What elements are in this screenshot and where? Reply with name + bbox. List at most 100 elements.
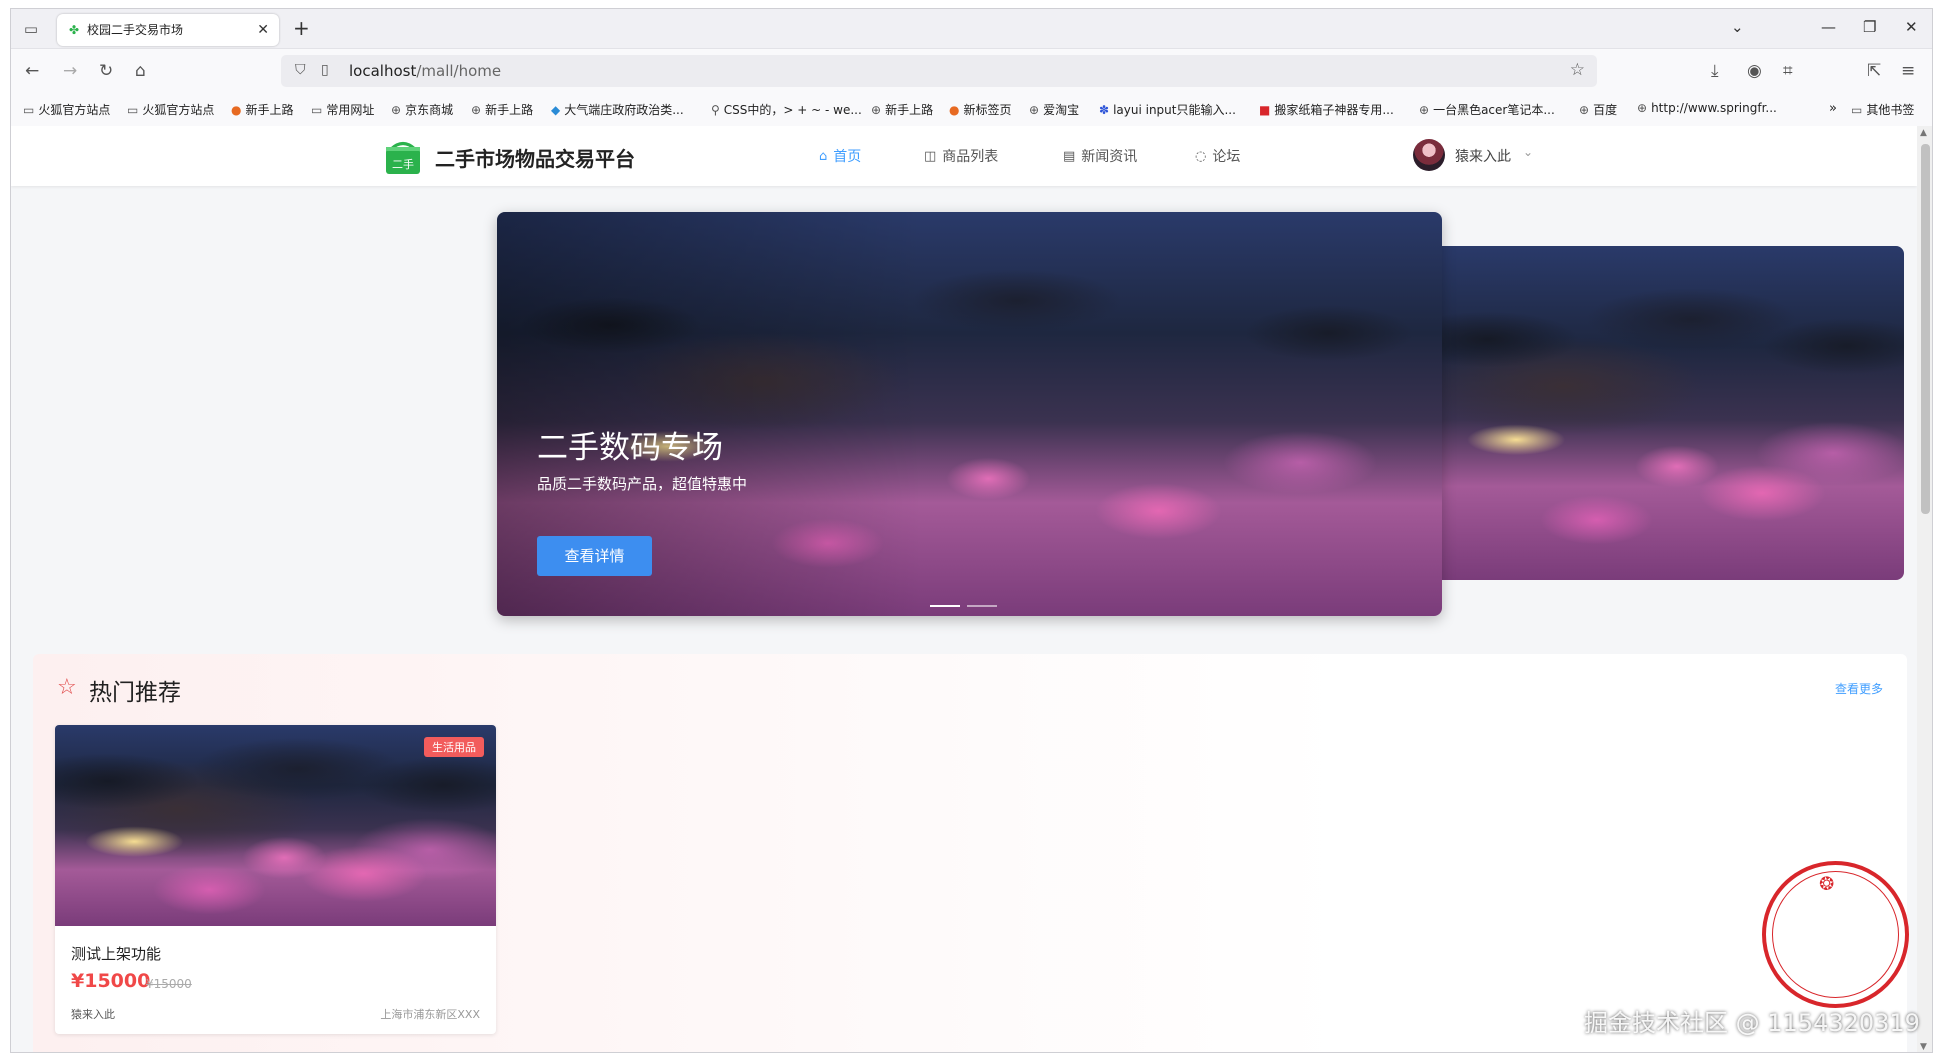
scrollbar-thumb[interactable] (1921, 144, 1930, 514)
forward-icon[interactable]: → (63, 61, 77, 81)
bookmark-item[interactable]: ⊕ http://www.springfr... (1637, 101, 1777, 115)
globe-icon: ⊕ (1637, 101, 1648, 115)
extensions-icon[interactable]: ⌗ (1783, 61, 1793, 81)
bookmark-label: 京东商城 (405, 103, 454, 117)
downloads-icon[interactable]: ⤓ (1711, 61, 1719, 81)
share-icon[interactable]: ⇱ (1867, 61, 1881, 81)
back-icon[interactable]: ← (25, 61, 39, 81)
watermark-text: 掘金技术社区 @ 1154320319 (1584, 1009, 1920, 1037)
nav-item-home[interactable]: ⌂ 首页 (819, 146, 861, 166)
bookmark-item[interactable]: ⚲ CSS中的，> + ~ - we... (711, 101, 862, 118)
site-icon: ■ (1259, 102, 1271, 117)
bookmark-label: 火狐官方站点 (142, 103, 215, 117)
home-icon[interactable]: ⌂ (135, 61, 146, 81)
bookmark-item[interactable]: ⊕ 爱淘宝 (1029, 101, 1079, 118)
bookmark-item[interactable]: ◆ 大气端庄政府政治类... (551, 101, 684, 118)
bookmark-item[interactable]: ⊕ 百度 (1579, 101, 1617, 118)
page-info-icon[interactable]: ▯ (321, 62, 329, 78)
slide-title: 二手数码专场 (537, 430, 723, 466)
bookmark-label: 爱淘宝 (1043, 103, 1080, 117)
avatar[interactable] (1413, 139, 1445, 171)
menu-icon[interactable]: ≡ (1901, 61, 1915, 81)
nav-label: 首页 (833, 149, 862, 165)
bookmark-label: CSS中的，> + ~ - we... (723, 103, 862, 117)
carousel-next-slide[interactable] (1431, 246, 1904, 580)
scroll-up-arrow-icon[interactable]: ▲ (1920, 128, 1927, 138)
bookmark-item[interactable]: ▭ 常用网址 (311, 101, 374, 118)
bookmark-star-icon[interactable]: ☆ (1570, 60, 1585, 80)
bookmark-item[interactable]: ⊕ 新手上路 (871, 101, 933, 118)
address-bar[interactable]: ⛉ ▯ localhost/mall/home ☆ (281, 55, 1597, 87)
site-icon: ⚲ (711, 102, 720, 117)
bookmark-item[interactable]: ✽ layui input只能输入... (1099, 101, 1236, 118)
bookmark-label: 一台黑色acer笔记本... (1433, 103, 1555, 117)
product-name[interactable]: 测试上架功能 (71, 943, 161, 964)
page-viewport: 二手 二手市场物品交易平台 ⌂ 首页 ◫ 商品列表 ▤ 新闻资讯 ◌ 论坛 猿来入此 ⌄… (11, 126, 1917, 1052)
home-icon: ⌂ (819, 148, 828, 164)
carousel-indicator-2[interactable] (967, 605, 997, 607)
view-more-link[interactable]: 查看更多 (1835, 680, 1883, 697)
bookmark-item[interactable]: ⊕ 新手上路 (471, 101, 533, 118)
folder-icon: ▭ (1851, 102, 1863, 117)
reload-icon[interactable]: ↻ (99, 61, 113, 81)
product-location: 上海市浦东新区XXX (380, 1008, 480, 1021)
globe-icon: ⊕ (391, 102, 402, 117)
other-bookmarks[interactable]: ▭ 其他书签 (1851, 101, 1914, 118)
nav-label: 新闻资讯 (1081, 149, 1138, 165)
shield-icon[interactable]: ⛉ (295, 62, 306, 78)
chevron-down-icon[interactable]: ⌄ (1523, 145, 1533, 159)
globe-icon: ⊕ (471, 102, 482, 117)
user-name[interactable]: 猿来入此 (1455, 146, 1511, 166)
logo-text: 二手 (392, 157, 414, 171)
site-header: 二手 二手市场物品交易平台 ⌂ 首页 ◫ 商品列表 ▤ 新闻资讯 ◌ 论坛 猿来入此 ⌄ (11, 126, 1917, 186)
url-text[interactable]: localhost/mall/home (349, 62, 501, 80)
restore-icon[interactable]: ❐ (1863, 18, 1876, 36)
original-price: ¥15000 (146, 977, 192, 991)
bookmark-item[interactable]: ⊕ 京东商城 (391, 101, 453, 118)
bookmark-label: 新手上路 (885, 103, 934, 117)
bookmark-label: 常用网址 (326, 103, 375, 117)
bookmark-item[interactable]: ▭ 火狐官方站点 (127, 101, 214, 118)
view-details-button[interactable]: 查看详情 (537, 536, 652, 576)
close-tab-icon[interactable]: ✕ (257, 14, 269, 46)
bookmark-label: 新手上路 (245, 103, 294, 117)
globe-icon: ⊕ (1029, 102, 1040, 117)
new-tab-icon[interactable]: + (293, 16, 310, 40)
site-name[interactable]: 二手市场物品交易平台 (435, 143, 635, 172)
site-logo-icon[interactable]: 二手 (383, 138, 423, 176)
account-icon[interactable]: ◉ (1747, 61, 1762, 81)
document-icon: ▤ (1063, 148, 1076, 164)
chat-icon: ◌ (1195, 148, 1207, 164)
carousel-indicator-1[interactable] (930, 605, 960, 607)
page-scrollbar[interactable]: ▲ ▼ (1917, 126, 1932, 1052)
scroll-down-arrow-icon[interactable]: ▼ (1920, 1042, 1927, 1052)
bookmark-item[interactable]: ● 新标签页 (949, 101, 1012, 118)
close-window-icon[interactable]: ✕ (1905, 18, 1918, 36)
folder-icon: ▭ (23, 102, 35, 117)
globe-icon: ⊕ (871, 102, 882, 117)
bookmark-item[interactable]: ■ 搬家纸箱子神器专用... (1259, 101, 1394, 118)
tab-overflow-chevron-icon[interactable]: ⌄ (1731, 18, 1744, 36)
product-price: ¥15000 (71, 970, 151, 992)
bookmark-item[interactable]: ⊕ 一台黑色acer笔记本... (1419, 101, 1555, 118)
bookmark-label: 大气端庄政府政治类... (564, 103, 684, 117)
nav-item-news[interactable]: ▤ 新闻资讯 (1063, 146, 1137, 166)
nav-label: 论坛 (1212, 149, 1241, 165)
minimize-icon[interactable]: — (1821, 18, 1836, 36)
product-card[interactable]: 生活用品 测试上架功能 ¥15000 ¥15000 猿来入此 上海市浦东新区XX… (55, 725, 496, 1034)
url-host: localhost (349, 62, 417, 80)
section-title: 热门推荐 (89, 680, 181, 706)
bookmark-item[interactable]: ▭ 火狐官方站点 (23, 101, 110, 118)
browser-tab[interactable]: ✤ 校园二手交易市场 ✕ (57, 14, 279, 46)
nav-item-forum[interactable]: ◌ 论坛 (1195, 146, 1240, 166)
tab-list-icon[interactable]: ▭ (21, 19, 41, 39)
bookmark-label: http://www.springfr... (1651, 101, 1777, 115)
hot-recommend-section: ☆ 热门推荐 查看更多 生活用品 测试上架功能 ¥15000 ¥15000 猿来… (33, 654, 1907, 1052)
nav-item-products[interactable]: ◫ 商品列表 (924, 146, 998, 166)
bag-icon: ◫ (924, 148, 937, 164)
globe-icon: ⊕ (1419, 102, 1430, 117)
bookmarks-overflow-icon[interactable]: » (1829, 101, 1837, 116)
bookmark-label: layui input只能输入... (1113, 103, 1236, 117)
tab-favicon-icon: ✤ (69, 23, 80, 37)
bookmark-item[interactable]: ● 新手上路 (231, 101, 294, 118)
